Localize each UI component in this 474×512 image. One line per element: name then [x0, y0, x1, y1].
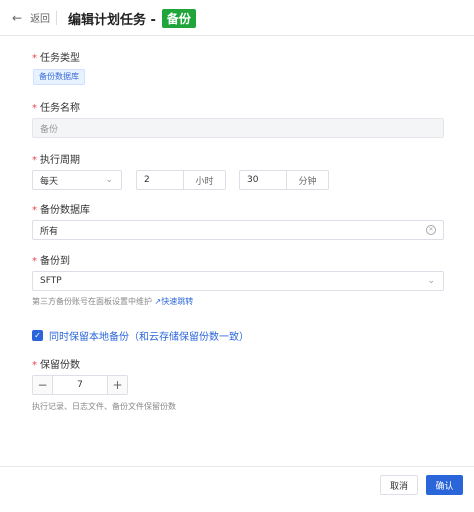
database-label: * 备份数据库 — [32, 205, 90, 216]
cancel-button[interactable]: 取消 — [380, 475, 418, 495]
required-mark: * — [32, 256, 37, 267]
database-select[interactable]: 所有 ✕ — [32, 220, 444, 240]
header-divider — [56, 11, 57, 25]
arrow-left-icon: ← — [12, 10, 23, 25]
task-name-label: * 任务名称 — [32, 103, 80, 114]
task-name-input[interactable]: 备份 — [32, 118, 444, 138]
hours-input[interactable]: 2 小时 — [136, 170, 226, 190]
chevron-down-icon: ⌄ — [427, 276, 435, 286]
back-button[interactable]: ← 返回 — [12, 10, 51, 26]
hours-value: 2 — [144, 175, 150, 185]
retain-hint: 执行记录、日志文件、备份文件保留份数 — [32, 402, 176, 411]
period-label: * 执行周期 — [32, 155, 80, 166]
retain-value[interactable]: 7 — [53, 376, 107, 394]
required-mark: * — [32, 53, 37, 64]
destination-label: * 备份到 — [32, 256, 70, 267]
required-mark: * — [32, 360, 37, 371]
page-header: ← 返回 编辑计划任务 - 备份 — [0, 0, 474, 36]
required-mark: * — [32, 155, 37, 166]
frequency-select[interactable]: 每天 ⌄ — [32, 170, 122, 190]
destination-hint: 第三方备份账号在面板设置中维护 ↗快速跳转 — [32, 297, 194, 306]
title-tag: 备份 — [161, 9, 196, 28]
chevron-down-icon: ⌄ — [105, 175, 113, 185]
frequency-value: 每天 — [40, 176, 59, 187]
footer-bar: 取消 确认 — [0, 466, 474, 512]
increment-button[interactable]: + — [107, 376, 127, 394]
destination-select[interactable]: SFTP ⌄ — [32, 271, 444, 291]
decrement-button[interactable]: − — [33, 376, 53, 394]
task-name-placeholder: 备份 — [40, 124, 59, 135]
hours-unit: 小时 — [183, 171, 225, 189]
page-title: 编辑计划任务 - 备份 — [68, 9, 196, 28]
confirm-button[interactable]: 确认 — [426, 475, 463, 495]
minutes-value: 30 — [247, 175, 259, 185]
task-type-label: * 任务类型 — [32, 53, 80, 64]
required-mark: * — [32, 205, 37, 216]
back-label: 返回 — [30, 14, 51, 25]
page-title-text: 编辑计划任务 - — [68, 13, 156, 28]
task-type-tag[interactable]: 备份数据库 — [33, 69, 85, 85]
destination-value: SFTP — [40, 276, 62, 286]
retain-label: * 保留份数 — [32, 360, 80, 371]
required-mark: * — [32, 103, 37, 114]
checkbox-checked-icon[interactable]: ✓ — [32, 330, 43, 341]
quick-jump-link[interactable]: ↗快速跳转 — [155, 297, 194, 306]
keep-local-checkbox-row[interactable]: ✓ 同时保留本地备份（和云存储保留份数一致） — [32, 328, 249, 343]
clear-icon[interactable]: ✕ — [426, 225, 436, 235]
database-value: 所有 — [40, 226, 59, 237]
retain-stepper[interactable]: − 7 + — [32, 375, 128, 395]
minutes-unit: 分钟 — [286, 171, 328, 189]
minutes-input[interactable]: 30 分钟 — [239, 170, 329, 190]
keep-local-label: 同时保留本地备份（和云存储保留份数一致） — [49, 332, 249, 343]
